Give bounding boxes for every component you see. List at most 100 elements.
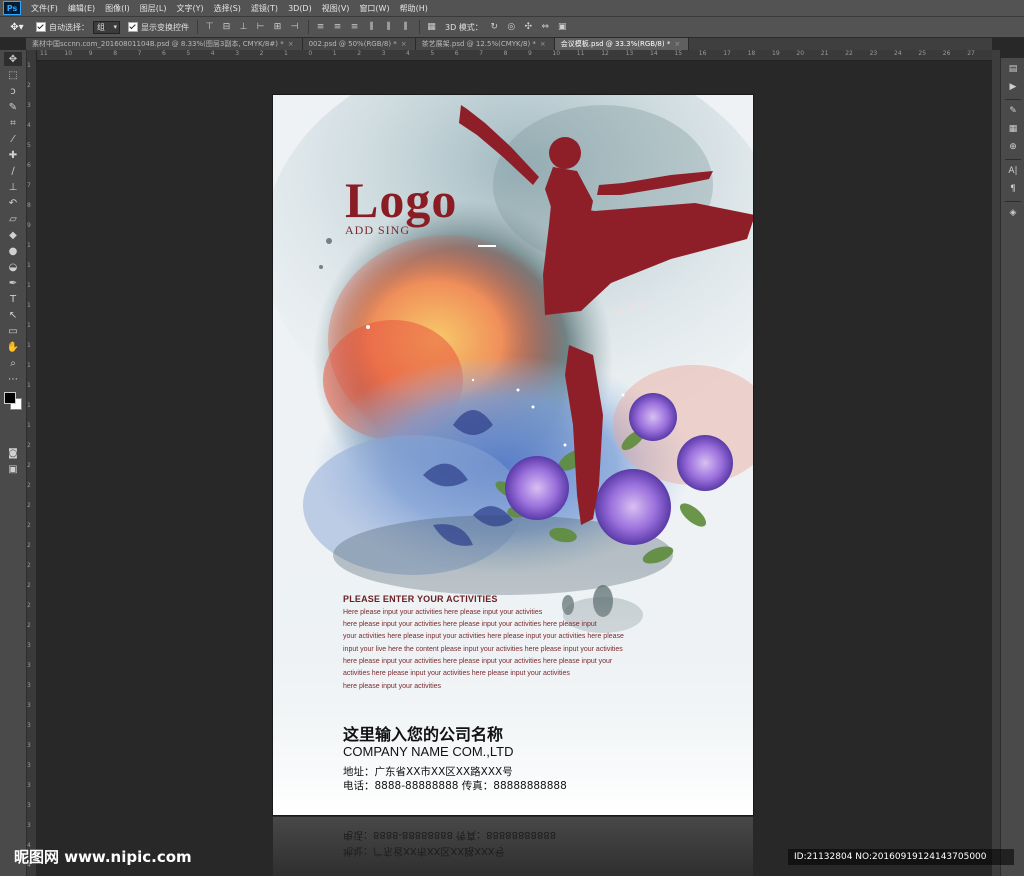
- paint-bucket-tool-icon[interactable]: ◆: [4, 228, 22, 242]
- 3d-roll-icon[interactable]: ◎: [506, 22, 517, 33]
- actions-panel-icon[interactable]: ▶: [1006, 80, 1020, 94]
- company-address[interactable]: 地址：广东省XX市XX区XX路XXX号: [343, 764, 513, 779]
- activities-line[interactable]: your activities here please input your a…: [343, 633, 624, 640]
- company-phone-fax[interactable]: 电话：8888-88888888 传真：88888888888: [343, 778, 567, 793]
- lasso-tool-icon[interactable]: ↄ: [4, 84, 22, 98]
- activities-line[interactable]: Here please input your activities here p…: [343, 609, 542, 616]
- ruler-tick-label: 2: [357, 50, 362, 57]
- quick-mask-icon[interactable]: ◙: [4, 446, 22, 460]
- activities-line[interactable]: here please input your activities here p…: [343, 621, 597, 628]
- distribute-hcenter-icon[interactable]: ⫼: [383, 22, 394, 33]
- dodge-tool-icon[interactable]: ◒: [4, 260, 22, 274]
- brush-tool-icon[interactable]: ∕: [4, 164, 22, 178]
- photoshop-logo-icon[interactable]: Ps: [3, 1, 21, 15]
- ruler-tick-label: 3: [381, 50, 386, 57]
- poster-logo-subtitle[interactable]: ADD SING: [345, 223, 410, 238]
- menu-window[interactable]: 窗口(W): [359, 3, 389, 14]
- activities-title[interactable]: PLEASE ENTER YOUR ACTIVITIES: [343, 594, 498, 604]
- menu-edit[interactable]: 编辑(E): [68, 3, 95, 14]
- ruler-horizontal[interactable]: 11 10 9 8 7 6 5 4 3 2 1 0 1 2 3 4 5 6 7 8 9 10 11 12 13 14 15 16 17 1…: [36, 50, 992, 61]
- close-icon[interactable]: ×: [288, 40, 294, 48]
- more-tools-icon[interactable]: ⋯: [4, 372, 22, 386]
- menu-view[interactable]: 视图(V): [322, 3, 350, 14]
- history-panel-icon[interactable]: ▤: [1006, 62, 1020, 76]
- history-brush-tool-icon[interactable]: ↶: [4, 196, 22, 210]
- character-panel-icon[interactable]: A|: [1006, 164, 1020, 178]
- align-left-icon[interactable]: ⊢: [255, 22, 266, 33]
- close-icon[interactable]: ×: [401, 40, 407, 48]
- foreground-color-swatch[interactable]: [4, 392, 16, 404]
- menu-filter[interactable]: 滤镜(T): [251, 3, 278, 14]
- 3d-rotate-icon[interactable]: ↻: [489, 22, 500, 33]
- tab-document-2[interactable]: 002.psd @ 50%(RGB/8) * ×: [302, 38, 416, 50]
- tab-document-3[interactable]: 茶艺展架.psd @ 12.5%(CMYK/8) * ×: [415, 38, 555, 50]
- menu-image[interactable]: 图像(I): [105, 3, 130, 14]
- hand-tool-icon[interactable]: ✋: [4, 340, 22, 354]
- move-tool-preset-icon[interactable]: ✥▾: [6, 20, 28, 34]
- move-tool-icon[interactable]: ✥: [4, 52, 22, 66]
- auto-select-checkbox[interactable]: [36, 22, 46, 32]
- 3d-scale-icon[interactable]: ▣: [557, 22, 568, 33]
- crop-tool-icon[interactable]: ⌗: [4, 116, 22, 130]
- distribute-top-icon[interactable]: ≡: [315, 22, 326, 33]
- menu-help[interactable]: 帮助(H): [400, 3, 428, 14]
- distribute-vcenter-icon[interactable]: ≡: [332, 22, 343, 33]
- separator: [1005, 99, 1021, 100]
- eraser-tool-icon[interactable]: ▱: [4, 212, 22, 226]
- align-right-icon[interactable]: ⊣: [289, 22, 300, 33]
- ruler-tick-label: 7: [137, 50, 142, 57]
- rectangle-tool-icon[interactable]: ▭: [4, 324, 22, 338]
- poster-logo[interactable]: Logo: [345, 171, 457, 229]
- marquee-tool-icon[interactable]: ⬚: [4, 68, 22, 82]
- healing-brush-tool-icon[interactable]: ✚: [4, 148, 22, 162]
- distribute-bottom-icon[interactable]: ≡: [349, 22, 360, 33]
- screen-mode-icon[interactable]: ▣: [4, 462, 22, 476]
- separator: [419, 20, 420, 34]
- activities-line[interactable]: input your live here the content please …: [343, 646, 623, 653]
- align-bottom-icon[interactable]: ⊥: [238, 22, 249, 33]
- distribute-right-icon[interactable]: ⫼: [400, 22, 411, 33]
- auto-select-dropdown[interactable]: 组: [93, 20, 120, 34]
- auto-align-icon[interactable]: ▦: [426, 22, 437, 33]
- brush-panel-icon[interactable]: ✎: [1006, 104, 1020, 118]
- ruler-tick-label: 3: [27, 762, 31, 769]
- type-tool-icon[interactable]: T: [4, 292, 22, 306]
- activities-line[interactable]: activities here please input your activi…: [343, 670, 570, 677]
- 3d-pan-icon[interactable]: ✣: [523, 22, 534, 33]
- pen-tool-icon[interactable]: ✒: [4, 276, 22, 290]
- brush-presets-icon[interactable]: ▦: [1006, 122, 1020, 136]
- 3d-slide-icon[interactable]: ⇔: [540, 22, 551, 33]
- vertical-scrollbar[interactable]: [992, 50, 1000, 876]
- align-vcenter-icon[interactable]: ⊟: [221, 22, 232, 33]
- close-icon[interactable]: ×: [674, 40, 680, 48]
- align-hcenter-icon[interactable]: ⊞: [272, 22, 283, 33]
- separator: [1005, 159, 1021, 160]
- clone-source-icon[interactable]: ⊕: [1006, 140, 1020, 154]
- paragraph-panel-icon[interactable]: ¶: [1006, 182, 1020, 196]
- show-transform-checkbox[interactable]: [128, 22, 138, 32]
- quick-select-tool-icon[interactable]: ✎: [4, 100, 22, 114]
- company-name-chinese[interactable]: 这里输入您的公司名称: [343, 721, 503, 745]
- activities-line[interactable]: here please input your activities here p…: [343, 658, 612, 665]
- menu-3d[interactable]: 3D(D): [288, 4, 312, 13]
- menu-type[interactable]: 文字(Y): [176, 3, 203, 14]
- ruler-tick-label: 3: [27, 642, 31, 649]
- menu-file[interactable]: 文件(F): [31, 3, 58, 14]
- tab-document-1[interactable]: 素材中国sccnn.com_20160801104B.psd @ 8.33%(图…: [26, 38, 303, 50]
- menu-select[interactable]: 选择(S): [214, 3, 241, 14]
- path-select-tool-icon[interactable]: ↖: [4, 308, 22, 322]
- eyedropper-tool-icon[interactable]: ⁄: [4, 132, 22, 146]
- clone-stamp-tool-icon[interactable]: ⊥: [4, 180, 22, 194]
- tab-document-4-active[interactable]: 会议模板.psd @ 33.3%(RGB/8) * ×: [554, 38, 690, 50]
- zoom-tool-icon[interactable]: ⌕: [4, 356, 22, 370]
- 3d-panel-icon[interactable]: ◈: [1006, 206, 1020, 220]
- distribute-left-icon[interactable]: ⫼: [366, 22, 377, 33]
- company-name-english[interactable]: COMPANY NAME COM.,LTD: [343, 744, 513, 759]
- close-icon[interactable]: ×: [540, 40, 546, 48]
- poster-reflection: 电话：8888-88888888 传真：88888888888 地址：广东省XX…: [273, 817, 753, 876]
- align-top-icon[interactable]: ⊤: [204, 22, 215, 33]
- ruler-tick-label: 3: [235, 50, 240, 57]
- blur-tool-icon[interactable]: ●: [4, 244, 22, 258]
- activities-line[interactable]: here please input your activities: [343, 683, 441, 690]
- menu-layer[interactable]: 图层(L): [140, 3, 167, 14]
